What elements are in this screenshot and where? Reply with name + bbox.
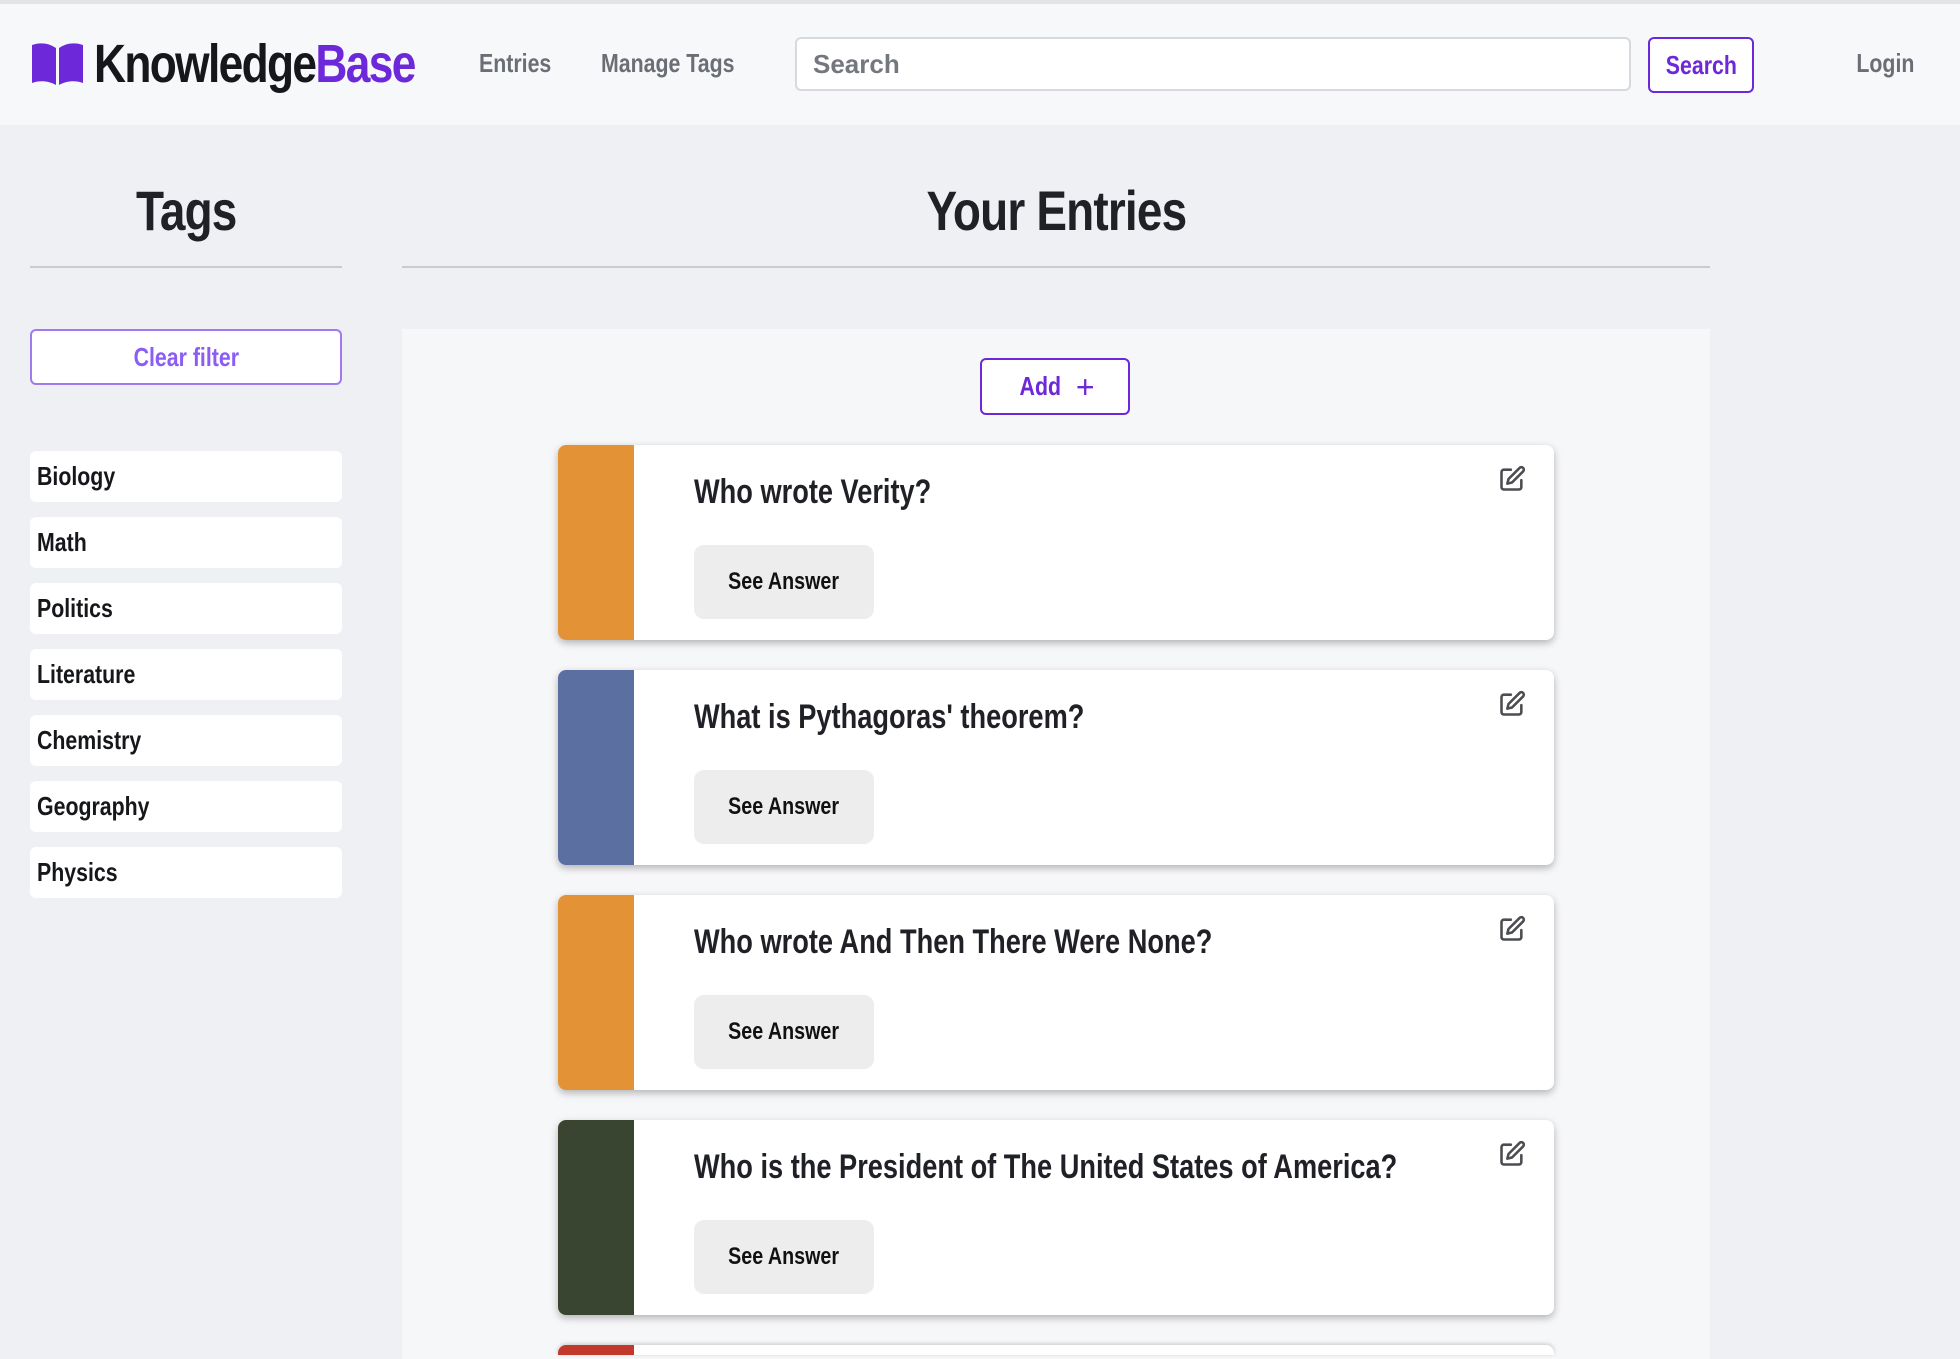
edit-icon[interactable] [1498, 465, 1526, 493]
tags-divider [30, 266, 342, 268]
tags-title-text: Tags [135, 179, 237, 242]
search-button-label: Search [1665, 49, 1737, 80]
tag-label: Math [37, 527, 87, 557]
entry-question: Who wrote And Then There Were None? [694, 923, 1213, 961]
entry-card: Who wrote And Then There Were None? See … [558, 895, 1554, 1090]
see-answer-button[interactable]: See Answer [694, 770, 874, 844]
tag-label: Literature [37, 659, 136, 689]
brand-logo[interactable]: KnowledgeBase [30, 32, 485, 96]
see-answer-button[interactable]: See Answer [694, 545, 874, 619]
login-label: Login [1856, 48, 1915, 78]
search-button[interactable]: Search [1648, 37, 1754, 93]
clear-filter-button[interactable]: Clear filter [30, 329, 342, 385]
tag-label: Politics [37, 593, 113, 623]
entry-question: What is Pythagoras' theorem? [694, 698, 1085, 736]
entry-question: Who wrote Verity? [694, 473, 932, 511]
search-input[interactable] [795, 37, 1631, 91]
entry-tag-color [558, 1120, 634, 1315]
brand-name-part2: Base [315, 34, 416, 94]
entry-card-partial [558, 1345, 1554, 1355]
plus-icon: + [1075, 368, 1095, 405]
tag-label: Biology [37, 461, 116, 491]
entry-card: Who is the President of The United State… [558, 1120, 1554, 1315]
see-answer-button[interactable]: See Answer [694, 995, 874, 1069]
login-link[interactable]: Login [1850, 48, 1921, 79]
tag-item-biology[interactable]: Biology [30, 451, 342, 502]
tag-item-geography[interactable]: Geography [30, 781, 342, 832]
tag-item-physics[interactable]: Physics [30, 847, 342, 898]
brand-name-part1: Knowledge [94, 34, 317, 94]
tag-item-literature[interactable]: Literature [30, 649, 342, 700]
entry-card: Who wrote Verity? See Answer [558, 445, 1554, 640]
brand-name: KnowledgeBase [94, 33, 416, 95]
see-answer-label: See Answer [728, 1018, 840, 1045]
entry-tag-color [558, 895, 634, 1090]
see-answer-button[interactable]: See Answer [694, 1220, 874, 1294]
edit-icon[interactable] [1498, 1140, 1526, 1168]
see-answer-label: See Answer [728, 568, 840, 595]
entry-list: Who wrote Verity? See Answer What is Pyt… [558, 445, 1554, 1345]
nav-entries[interactable]: Entries [479, 48, 551, 79]
tags-title: Tags [30, 178, 342, 243]
see-answer-label: See Answer [728, 1243, 840, 1270]
add-button-label: Add [1019, 371, 1062, 401]
edit-icon[interactable] [1498, 690, 1526, 718]
see-answer-label: See Answer [728, 793, 840, 820]
clear-filter-label: Clear filter [133, 341, 239, 372]
page-title: Your Entries [402, 178, 1710, 243]
page-title-text: Your Entries [926, 179, 1187, 242]
entry-tag-color [558, 670, 634, 865]
entry-card: What is Pythagoras' theorem? See Answer [558, 670, 1554, 865]
tag-item-math[interactable]: Math [30, 517, 342, 568]
entry-tag-color [558, 445, 634, 640]
entry-tag-color [558, 1345, 634, 1355]
add-entry-button[interactable]: Add + [980, 358, 1130, 415]
entries-divider [402, 266, 1710, 268]
edit-icon[interactable] [1498, 915, 1526, 943]
tag-label: Chemistry [37, 725, 142, 755]
tag-list: Biology Math Politics Literature Chemist… [30, 451, 342, 913]
tag-label: Physics [37, 857, 118, 887]
open-book-icon [32, 43, 83, 85]
nav-manage-tags[interactable]: Manage Tags [601, 48, 734, 79]
tag-item-chemistry[interactable]: Chemistry [30, 715, 342, 766]
tag-label: Geography [37, 791, 150, 821]
tag-item-politics[interactable]: Politics [30, 583, 342, 634]
navbar: KnowledgeBase Entries Manage Tags Search… [0, 4, 1960, 125]
entry-question: Who is the President of The United State… [694, 1148, 1398, 1186]
